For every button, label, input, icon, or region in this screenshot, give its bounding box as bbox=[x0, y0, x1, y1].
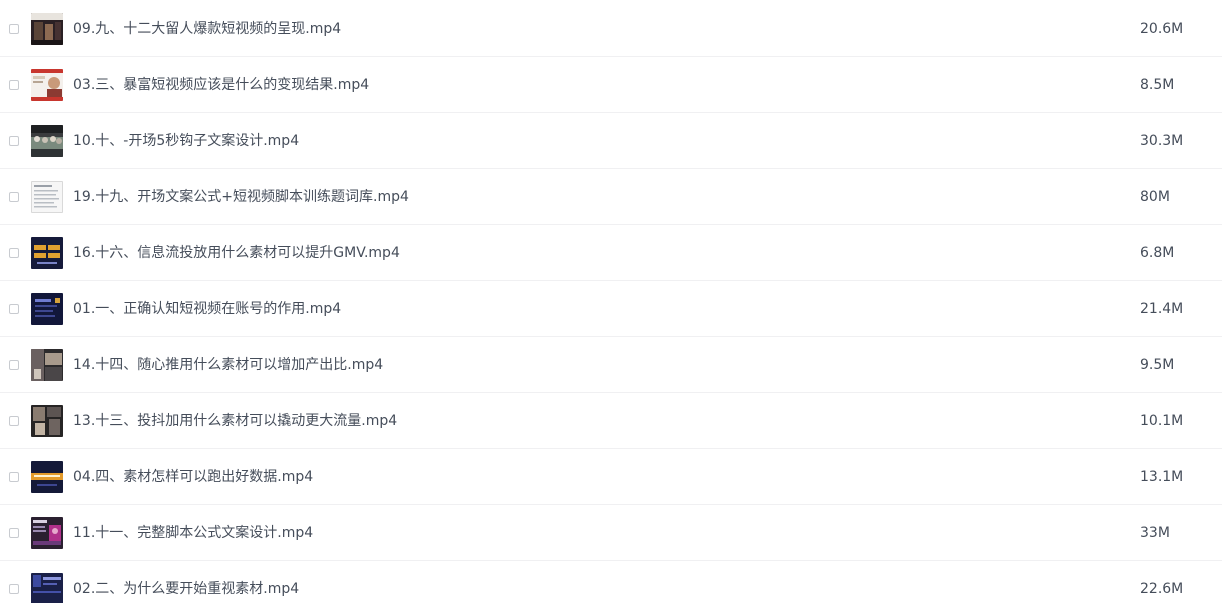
file-size: 8.5M bbox=[1140, 77, 1175, 93]
file-row[interactable]: 16.十六、信息流投放用什么素材可以提升GMV.mp4 6.8M bbox=[0, 225, 1222, 281]
file-name[interactable]: 03.三、暴富短视频应该是什么的变现结果.mp4 bbox=[73, 76, 369, 94]
row-checkbox[interactable] bbox=[9, 360, 19, 370]
file-name[interactable]: 14.十四、随心推用什么素材可以增加产出比.mp4 bbox=[73, 356, 383, 374]
row-checkbox[interactable] bbox=[9, 304, 19, 314]
file-row[interactable]: 09.九、十二大留人爆款短视频的呈现.mp4 20.6M bbox=[0, 1, 1222, 57]
row-checkbox[interactable] bbox=[9, 584, 19, 594]
file-size: 6.8M bbox=[1140, 245, 1175, 261]
video-thumbnail bbox=[31, 237, 63, 269]
video-thumbnail bbox=[31, 573, 63, 603]
file-name[interactable]: 19.十九、开场文案公式+短视频脚本训练题词库.mp4 bbox=[73, 188, 409, 206]
video-thumbnail bbox=[31, 349, 63, 381]
row-checkbox[interactable] bbox=[9, 472, 19, 482]
file-size: 30.3M bbox=[1140, 133, 1184, 149]
row-checkbox[interactable] bbox=[9, 248, 19, 258]
file-row[interactable]: 13.十三、投抖加用什么素材可以撬动更大流量.mp4 10.1M bbox=[0, 393, 1222, 449]
file-name[interactable]: 04.四、素材怎样可以跑出好数据.mp4 bbox=[73, 468, 313, 486]
file-row[interactable]: 14.十四、随心推用什么素材可以增加产出比.mp4 9.5M bbox=[0, 337, 1222, 393]
file-name[interactable]: 11.十一、完整脚本公式文案设计.mp4 bbox=[73, 524, 313, 542]
file-row[interactable]: 03.三、暴富短视频应该是什么的变现结果.mp4 8.5M bbox=[0, 57, 1222, 113]
file-row[interactable]: 04.四、素材怎样可以跑出好数据.mp4 13.1M bbox=[0, 449, 1222, 505]
row-checkbox[interactable] bbox=[9, 24, 19, 34]
file-name[interactable]: 13.十三、投抖加用什么素材可以撬动更大流量.mp4 bbox=[73, 412, 397, 430]
video-thumbnail bbox=[31, 517, 63, 549]
row-checkbox[interactable] bbox=[9, 528, 19, 538]
row-checkbox[interactable] bbox=[9, 80, 19, 90]
file-name[interactable]: 01.一、正确认知短视频在账号的作用.mp4 bbox=[73, 300, 341, 318]
file-row[interactable]: 11.十一、完整脚本公式文案设计.mp4 33M bbox=[0, 505, 1222, 561]
file-name[interactable]: 09.九、十二大留人爆款短视频的呈现.mp4 bbox=[73, 20, 341, 38]
video-thumbnail bbox=[31, 69, 63, 101]
file-name[interactable]: 02.二、为什么要开始重视素材.mp4 bbox=[73, 580, 299, 598]
row-checkbox[interactable] bbox=[9, 136, 19, 146]
file-name[interactable]: 16.十六、信息流投放用什么素材可以提升GMV.mp4 bbox=[73, 244, 400, 262]
video-thumbnail bbox=[31, 461, 63, 493]
file-size: 80M bbox=[1140, 189, 1170, 205]
video-thumbnail bbox=[31, 293, 63, 325]
file-size: 20.6M bbox=[1140, 21, 1184, 37]
file-size: 33M bbox=[1140, 525, 1170, 541]
file-size: 10.1M bbox=[1140, 413, 1184, 429]
row-checkbox[interactable] bbox=[9, 416, 19, 426]
file-list: 09.九、十二大留人爆款短视频的呈现.mp4 20.6M 03.三、暴富短视频应… bbox=[0, 0, 1222, 603]
row-checkbox[interactable] bbox=[9, 192, 19, 202]
file-row[interactable]: 10.十、-开场5秒钩子文案设计.mp4 30.3M bbox=[0, 113, 1222, 169]
file-row[interactable]: 01.一、正确认知短视频在账号的作用.mp4 21.4M bbox=[0, 281, 1222, 337]
file-size: 9.5M bbox=[1140, 357, 1175, 373]
video-thumbnail bbox=[31, 405, 63, 437]
file-size: 13.1M bbox=[1140, 469, 1184, 485]
file-row[interactable]: 19.十九、开场文案公式+短视频脚本训练题词库.mp4 80M bbox=[0, 169, 1222, 225]
file-size: 22.6M bbox=[1140, 581, 1184, 597]
video-thumbnail bbox=[31, 181, 63, 213]
file-name[interactable]: 10.十、-开场5秒钩子文案设计.mp4 bbox=[73, 132, 299, 150]
file-row[interactable]: 02.二、为什么要开始重视素材.mp4 22.6M bbox=[0, 561, 1222, 603]
video-thumbnail bbox=[31, 125, 63, 157]
video-thumbnail bbox=[31, 13, 63, 45]
file-size: 21.4M bbox=[1140, 301, 1184, 317]
